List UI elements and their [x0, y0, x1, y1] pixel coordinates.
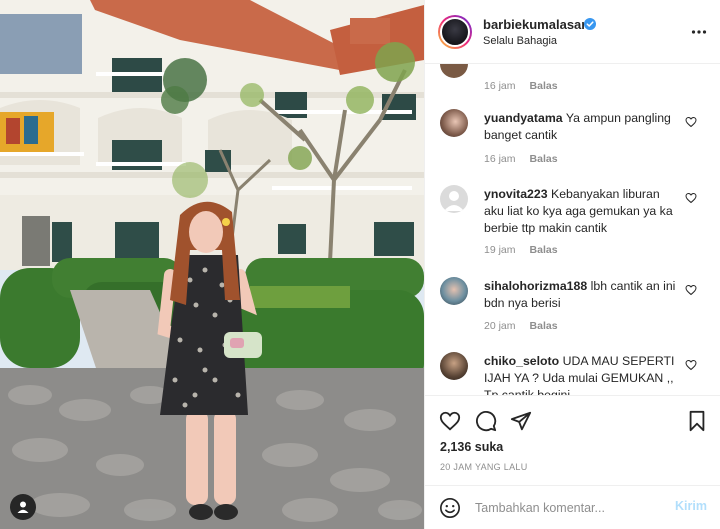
- reply-button[interactable]: Balas: [530, 153, 558, 165]
- comment-time: 20 jam: [484, 320, 516, 332]
- default-avatar-icon: [444, 191, 464, 211]
- commenter-username[interactable]: yuandyatama: [484, 111, 563, 125]
- comment-body: sihalohorizma188 lbh cantik an ini bdn n…: [484, 278, 680, 312]
- comment-meta: 16 jam Balas: [484, 80, 558, 92]
- commenter-avatar[interactable]: [440, 109, 468, 137]
- comment-like-icon[interactable]: [685, 284, 697, 296]
- likes-count[interactable]: 2,136 suka: [440, 440, 503, 454]
- heart-icon[interactable]: [439, 410, 461, 432]
- reply-button[interactable]: Balas: [530, 80, 558, 92]
- author-avatar[interactable]: [438, 15, 472, 49]
- comment-meta: 16 jam Balas: [484, 153, 558, 165]
- comment-like-icon[interactable]: [685, 192, 697, 204]
- commenter-avatar[interactable]: [440, 185, 468, 213]
- bookmark-icon[interactable]: [686, 410, 708, 432]
- more-options-icon[interactable]: [691, 24, 707, 40]
- comments-list[interactable]: 16 jam Balas yuandyatama Ya ampun panglin…: [425, 64, 720, 395]
- comment-time: 16 jam: [484, 153, 516, 165]
- comment-body: yuandyatama Ya ampun pangling banget can…: [484, 110, 680, 144]
- author-username[interactable]: barbiekumalasari: [483, 17, 590, 32]
- commenter-avatar[interactable]: [440, 352, 468, 380]
- comment-like-icon[interactable]: [685, 116, 697, 128]
- commenter-avatar[interactable]: [440, 277, 468, 305]
- paper-plane-icon[interactable]: [510, 410, 532, 432]
- add-comment-bar: Kirim: [425, 485, 720, 529]
- commenter-avatar[interactable]: [440, 64, 468, 78]
- user-tag-icon: [17, 501, 29, 513]
- comment-like-icon[interactable]: [685, 359, 697, 371]
- comment-time: 19 jam: [484, 244, 516, 256]
- comment-meta: 19 jam Balas: [484, 244, 558, 256]
- post-location[interactable]: Selalu Bahagia: [483, 35, 557, 47]
- commenter-username[interactable]: ynovita223: [484, 187, 548, 201]
- post-timestamp[interactable]: 20 JAM YANG LALU: [440, 462, 528, 472]
- reply-button[interactable]: Balas: [530, 320, 558, 332]
- emoji-smile-icon[interactable]: [439, 497, 461, 519]
- post-photo[interactable]: [0, 0, 424, 529]
- post-comment-button[interactable]: Kirim: [675, 499, 707, 513]
- comment-meta: 20 jam Balas: [484, 320, 558, 332]
- comment-time: 16 jam: [484, 80, 516, 92]
- verified-badge-icon: [584, 18, 596, 30]
- post-actions: 2,136 suka 20 JAM YANG LALU: [425, 395, 720, 495]
- user-tag-button[interactable]: [10, 494, 36, 520]
- post-header: barbiekumalasari Selalu Bahagia: [425, 0, 720, 64]
- commenter-username[interactable]: sihalohorizma188: [484, 279, 587, 293]
- reply-button[interactable]: Balas: [530, 244, 558, 256]
- commenter-username[interactable]: chiko_seloto: [484, 354, 559, 368]
- comment-bubble-icon[interactable]: [475, 410, 497, 432]
- post-image: [0, 0, 424, 529]
- comment-input[interactable]: [475, 498, 665, 518]
- comment-body: chiko_seloto UDA MAU SEPERTI IJAH YA ? U…: [484, 353, 680, 395]
- post-side-panel: barbiekumalasari Selalu Bahagia 16 jam Ba…: [424, 0, 720, 529]
- comment-body: ynovita223 Kebanyakan liburan aku liat k…: [484, 186, 680, 237]
